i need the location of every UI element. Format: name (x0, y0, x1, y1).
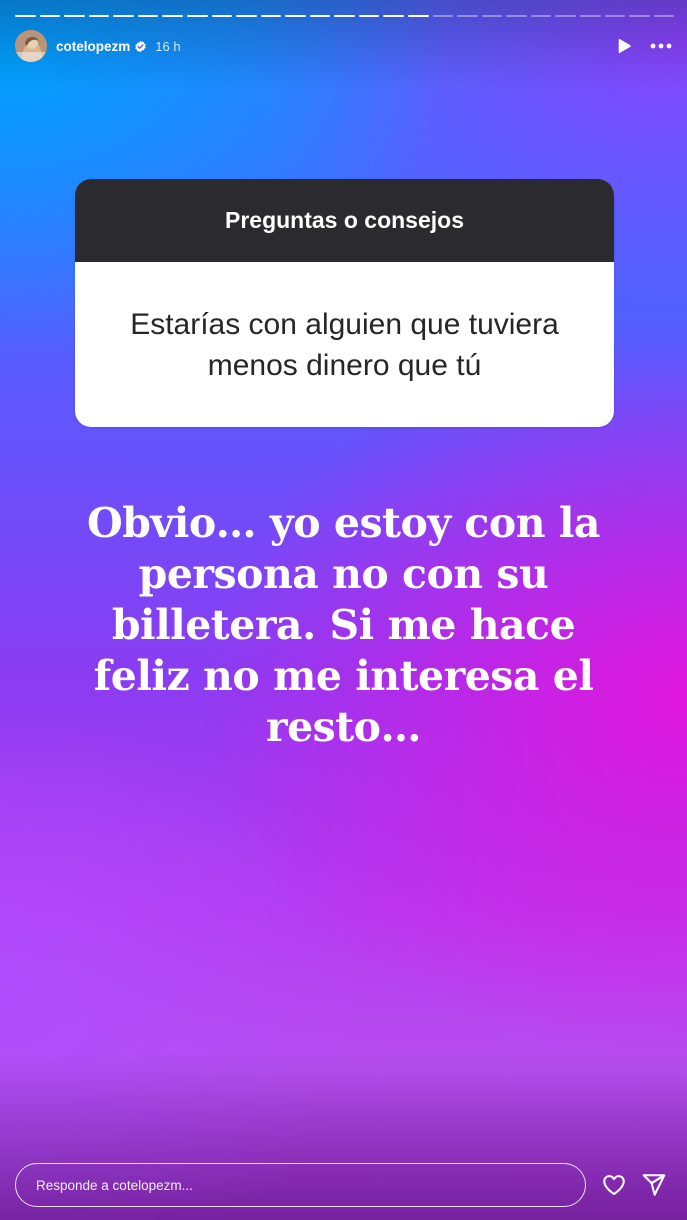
progress-segment (408, 15, 429, 17)
progress-segment (88, 15, 110, 17)
progress-segment (186, 15, 208, 17)
progress-segment (334, 15, 355, 17)
more-options-icon[interactable] (650, 43, 672, 49)
story-view[interactable]: cotelopezm 16 h Preguntas o consejos Est… (0, 0, 687, 1220)
verified-badge-icon (134, 40, 147, 53)
progress-segment (211, 15, 233, 17)
progress-segment (285, 15, 306, 17)
question-sticker: Preguntas o consejos Estarías con alguie… (75, 179, 614, 427)
question-sticker-title: Preguntas o consejos (75, 179, 614, 262)
answer-text: Obvio… yo estoy con la persona no con su… (87, 499, 600, 751)
story-progress-bar (15, 15, 675, 18)
progress-segment (309, 15, 331, 17)
send-icon[interactable] (641, 1172, 667, 1198)
progress-segment (358, 15, 380, 17)
progress-segment (64, 15, 85, 17)
progress-segment (653, 15, 675, 17)
progress-segment (506, 15, 527, 17)
progress-segment (236, 15, 257, 17)
progress-segment (39, 15, 61, 17)
progress-segment (481, 15, 503, 17)
progress-segment (260, 15, 282, 17)
progress-segment (604, 15, 626, 17)
user-avatar-icon (15, 30, 47, 62)
avatar[interactable] (15, 30, 47, 62)
progress-segment (579, 15, 601, 17)
reply-input[interactable] (15, 1163, 586, 1207)
progress-segment (113, 15, 134, 17)
progress-segment (432, 15, 454, 17)
progress-segment (555, 15, 576, 17)
play-icon[interactable] (616, 38, 632, 54)
progress-segment (629, 15, 650, 17)
progress-segment (383, 15, 404, 17)
progress-segment (15, 15, 36, 17)
progress-segment (162, 15, 183, 17)
progress-segment (530, 15, 552, 17)
progress-segment (137, 15, 159, 17)
question-sticker-body: Estarías con alguien que tuviera menos d… (75, 262, 614, 427)
username[interactable]: cotelopezm (56, 39, 130, 54)
question-text: Estarías con alguien que tuviera menos d… (130, 307, 559, 382)
header-actions (616, 38, 672, 54)
heart-icon[interactable] (601, 1172, 627, 1198)
post-time: 16 h (155, 38, 181, 54)
story-header: cotelopezm 16 h (15, 30, 672, 62)
progress-segment (457, 15, 478, 17)
